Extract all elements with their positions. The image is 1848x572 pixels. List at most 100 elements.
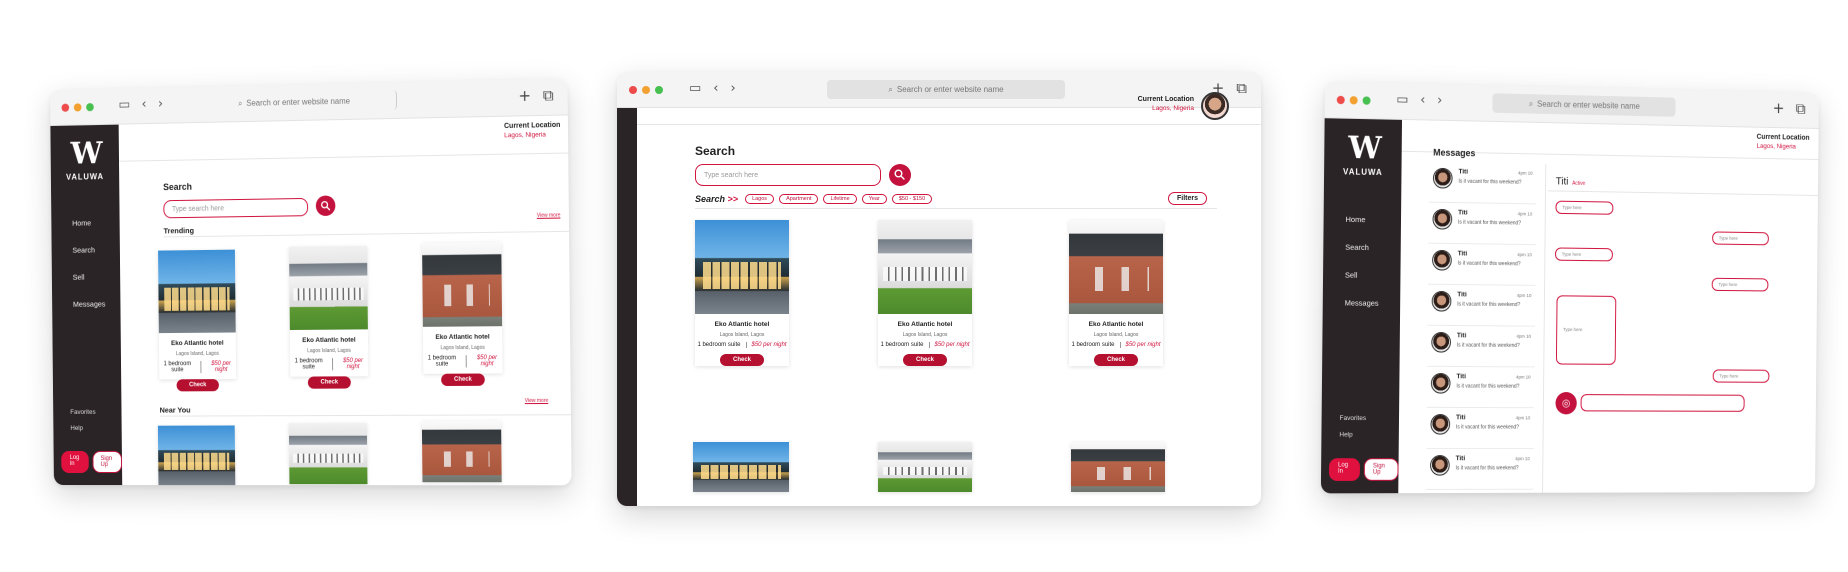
search-input[interactable]: Type search here <box>163 197 309 219</box>
trending-divider <box>163 230 570 238</box>
conversation-item[interactable]: Titi Is it vacant for this weekend? 4pm 10 <box>1427 284 1536 327</box>
view-more-near-link[interactable]: View more <box>525 398 549 404</box>
location-value: Lagos, Nigeria <box>1756 142 1796 151</box>
new-tab-icon[interactable]: + <box>1773 99 1785 117</box>
conversation-item[interactable]: Titi Is it vacant for this weekend? 4pm 10 <box>1425 448 1534 491</box>
close-window-icon[interactable] <box>61 103 70 112</box>
brand-logo: W VALUWA <box>1324 118 1402 177</box>
listing-card[interactable]: Eko Atlantic hotel Lagos Island, Lagos 1… <box>878 220 972 366</box>
sidebar-toggle-icon[interactable]: ▭ <box>689 81 701 96</box>
listing-card[interactable]: Eko Atlantic hotel Lagos Island, Lagos 1… <box>158 249 237 392</box>
current-location[interactable]: Current Location Lagos, Nigeria <box>1757 134 1815 151</box>
minimize-window-icon[interactable] <box>73 103 82 112</box>
sidebar-item-search[interactable]: Search <box>52 236 121 264</box>
current-location[interactable]: Current Location Lagos, Nigeria <box>1124 96 1194 112</box>
forward-icon[interactable]: › <box>731 81 736 96</box>
listing-rooms: 1 bedroom suite <box>163 361 192 374</box>
search-button[interactable] <box>889 164 911 186</box>
maximize-window-icon[interactable] <box>655 86 663 94</box>
camera-upload-button[interactable]: ◎ <box>1555 391 1577 415</box>
sidebar-item-home[interactable]: Home <box>51 209 120 237</box>
listing-card[interactable] <box>157 425 236 486</box>
login-button[interactable]: Log In <box>1328 458 1361 481</box>
sidebar-item-home[interactable]: Home <box>1323 205 1401 234</box>
url-bar[interactable]: ⌕ Search or enter website name <box>192 90 398 115</box>
chip-duration[interactable]: Lifetime <box>823 194 857 204</box>
message-input[interactable] <box>1580 394 1745 412</box>
conversation-item[interactable]: Titi Is it vacant for this weekend? 4pm 10 <box>1427 243 1536 286</box>
sidebar-collapsed <box>617 108 637 506</box>
listing-card[interactable]: Eko Atlantic hotel Lagos Island, Lagos 1… <box>289 245 369 389</box>
conversation-item[interactable]: Titi Is it vacant for this weekend? 4pm 10 <box>1426 366 1535 409</box>
tabs-overview-icon[interactable]: ⧉ <box>1236 79 1247 97</box>
listing-card[interactable]: Eko Atlantic hotel Lagos Island, Lagos 1… <box>422 242 503 387</box>
search-results-window: ▭ ‹ › ⌕ Search or enter website name + ⧉… <box>617 72 1261 506</box>
close-window-icon[interactable] <box>629 86 637 94</box>
new-tab-icon[interactable]: + <box>518 86 531 105</box>
close-window-icon[interactable] <box>1336 95 1345 105</box>
listing-card[interactable] <box>693 442 789 492</box>
signup-button[interactable]: Sign Up <box>1363 458 1399 481</box>
view-more-trending-link[interactable]: View more <box>537 212 561 219</box>
location-title: Current Location <box>504 121 561 131</box>
listing-card[interactable] <box>878 442 972 492</box>
sidebar-toggle-icon[interactable]: ▭ <box>1396 92 1408 108</box>
minimize-window-icon[interactable] <box>1349 96 1358 105</box>
sidebar-item-help[interactable]: Help <box>1339 427 1366 444</box>
check-button[interactable]: Check <box>441 373 485 387</box>
sidebar-item-sell[interactable]: Sell <box>1323 261 1401 290</box>
back-icon[interactable]: ‹ <box>142 97 147 112</box>
check-button[interactable]: Check <box>307 376 351 389</box>
maximize-window-icon[interactable] <box>1362 96 1371 105</box>
sidebar-item-favorites[interactable]: Favorites <box>1339 411 1367 428</box>
check-button[interactable]: Check <box>902 354 947 366</box>
sidebar-item-messages[interactable]: Messages <box>1323 289 1401 318</box>
url-bar[interactable]: ⌕ Search or enter website name <box>1492 93 1676 117</box>
chat-header-divider <box>1547 190 1818 197</box>
sidebar-item-sell[interactable]: Sell <box>52 263 121 291</box>
chip-period[interactable]: Year <box>861 194 887 204</box>
forward-icon[interactable]: › <box>158 97 163 112</box>
conversation-item[interactable]: Titi Is it vacant for this weekend? 4pm 10 <box>1427 325 1535 368</box>
filters-button[interactable]: Filters <box>1168 192 1208 205</box>
conversation-item[interactable]: Titi Is it vacant for this weekend? 4pm 10 <box>1428 161 1537 205</box>
chip-type[interactable]: Apartment <box>779 194 819 204</box>
sidebar-item-help[interactable]: Help <box>70 421 95 437</box>
back-icon[interactable]: ‹ <box>713 81 718 96</box>
sidebar-item-search[interactable]: Search <box>1323 233 1401 262</box>
check-button[interactable]: Check <box>1093 354 1138 366</box>
back-icon[interactable]: ‹ <box>1420 93 1425 109</box>
contact-avatar <box>1431 331 1452 353</box>
login-button[interactable]: Log In <box>61 450 89 474</box>
sidebar-item-favorites[interactable]: Favorites <box>70 405 95 421</box>
check-button[interactable]: Check <box>719 354 764 366</box>
user-avatar[interactable] <box>1201 92 1229 120</box>
conversation-item[interactable]: Titi Is it vacant for this weekend? 4pm 10 <box>1428 202 1537 246</box>
sidebar-toggle-icon[interactable]: ▭ <box>118 97 130 112</box>
listing-card[interactable]: Eko Atlantic hotel Lagos Island, Lagos 1… <box>1069 220 1163 366</box>
signup-button[interactable]: Sign Up <box>91 450 123 474</box>
browser-chrome: ▭ ‹ › ⌕ Search or enter website name + ⧉ <box>50 78 568 127</box>
listing-card[interactable] <box>421 420 502 483</box>
tabs-overview-icon[interactable]: ⧉ <box>1796 99 1806 117</box>
check-button[interactable]: Check <box>176 379 219 392</box>
message-preview: Is it vacant for this weekend? <box>1457 260 1521 268</box>
filters-arrows: >> <box>727 194 739 204</box>
search-input[interactable]: Type search here <box>695 164 881 186</box>
listing-card[interactable] <box>288 423 368 485</box>
sidebar-item-messages[interactable]: Messages <box>52 290 121 318</box>
search-button[interactable] <box>315 195 336 217</box>
listing-card[interactable] <box>1071 442 1165 492</box>
chip-price[interactable]: $50 - $150 <box>891 194 933 204</box>
listing-card[interactable]: Eko Atlantic hotel Lagos Island, Lagos 1… <box>695 220 789 366</box>
url-bar[interactable]: ⌕ Search or enter website name <box>827 80 1065 99</box>
current-location[interactable]: Current Location Lagos, Nigeria <box>504 122 564 140</box>
chip-location[interactable]: Lagos <box>745 194 775 204</box>
forward-icon[interactable]: › <box>1437 93 1442 108</box>
tabs-overview-icon[interactable]: ⧉ <box>543 86 554 105</box>
maximize-window-icon[interactable] <box>86 103 94 112</box>
filters-label-text: Search <box>695 194 726 204</box>
minimize-window-icon[interactable] <box>642 86 650 94</box>
conversation-item[interactable]: Titi Is it vacant for this weekend? 4pm 10 <box>1426 407 1535 449</box>
image-message-bubble: Type here <box>1555 295 1617 365</box>
